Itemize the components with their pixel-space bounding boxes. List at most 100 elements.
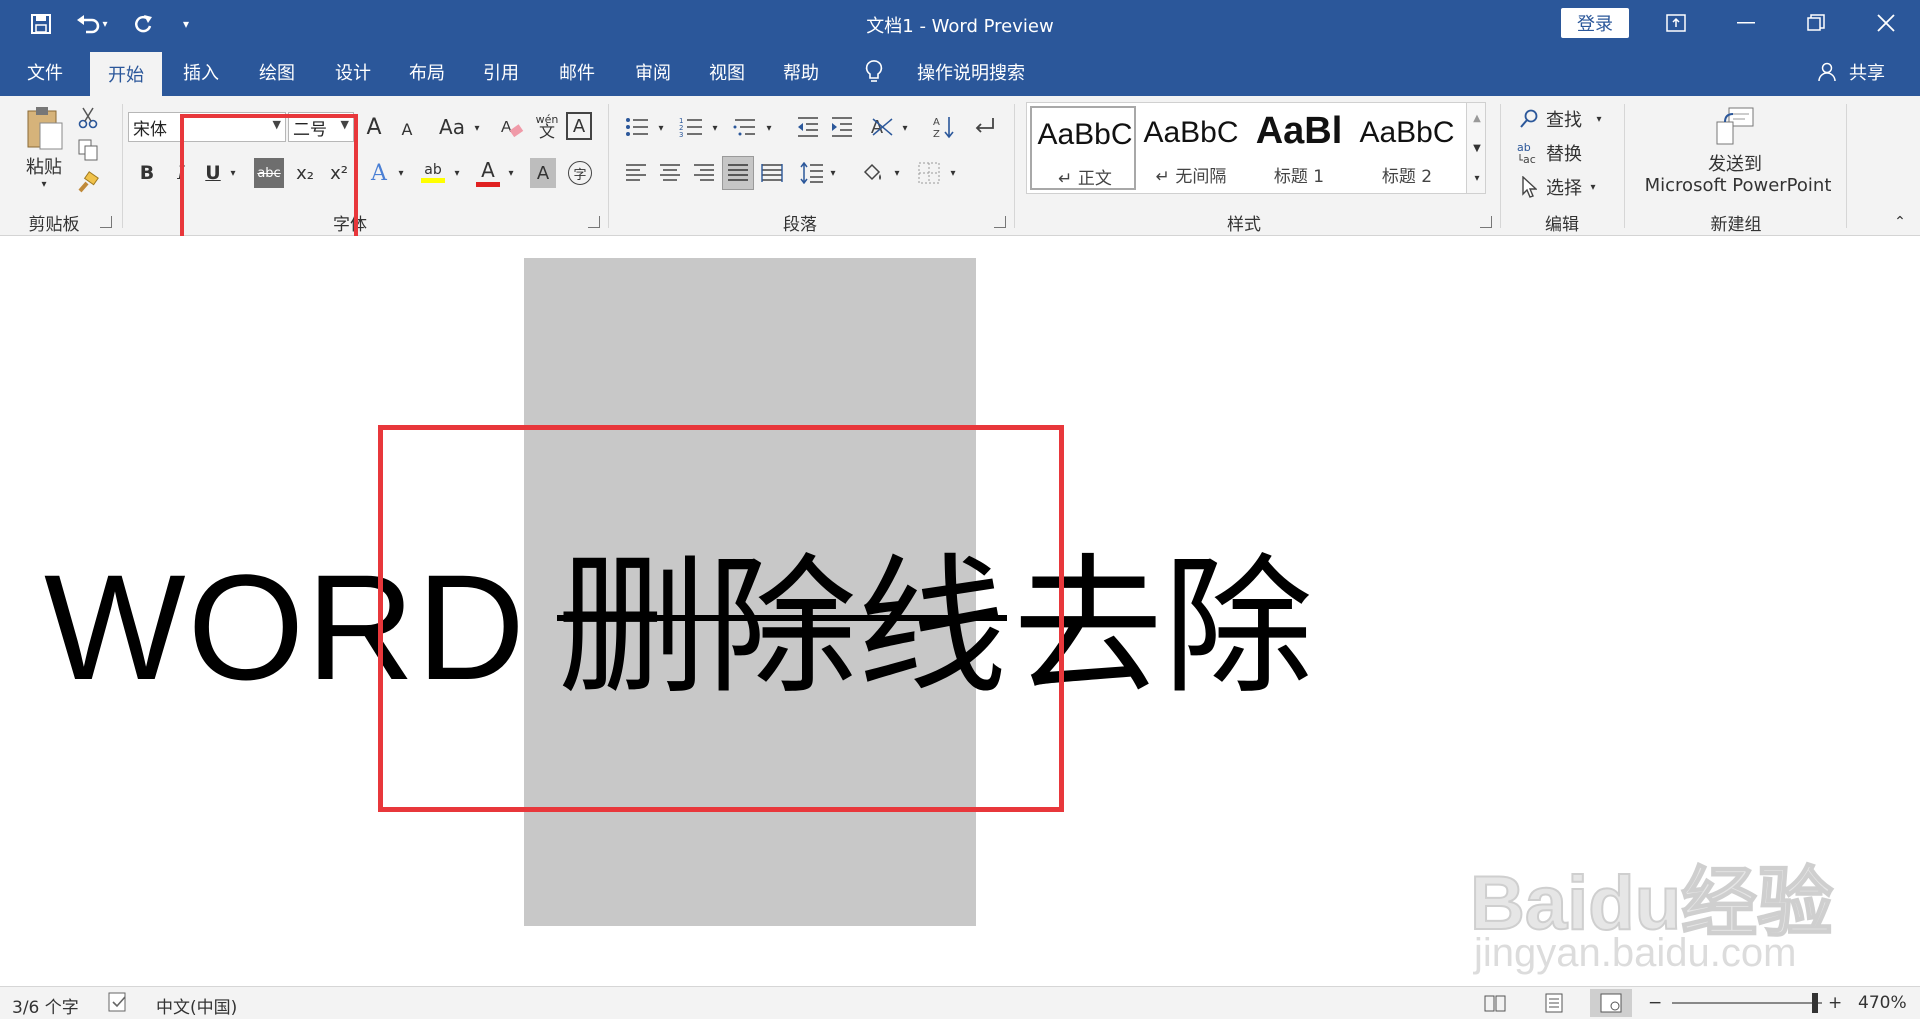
tab-review[interactable]: 审阅 xyxy=(618,48,688,96)
chevron-up-icon[interactable]: ▲ xyxy=(1469,103,1485,133)
zoom-slider[interactable] xyxy=(1672,1002,1822,1004)
chevron-down-icon[interactable]: ▾ xyxy=(898,118,912,138)
tab-draw[interactable]: 绘图 xyxy=(242,48,312,96)
zoom-level[interactable]: 470% xyxy=(1858,993,1907,1013)
phonetic-guide-button[interactable]: wén 文 xyxy=(532,108,562,144)
chevron-down-icon[interactable]: ▾ xyxy=(470,118,484,138)
chevron-down-icon[interactable]: ▾ xyxy=(708,118,722,138)
language-indicator[interactable]: 中文(中国) xyxy=(156,993,237,1018)
zoom-in-icon[interactable]: + xyxy=(1828,993,1842,1013)
sort-icon[interactable]: AZ xyxy=(930,112,958,142)
zoom-slider-thumb[interactable] xyxy=(1812,993,1818,1013)
login-button[interactable]: 登录 xyxy=(1561,8,1629,38)
increase-indent-icon[interactable] xyxy=(828,112,856,142)
tab-references[interactable]: 引用 xyxy=(466,48,536,96)
shrink-font-button[interactable]: A xyxy=(396,116,418,142)
multilevel-list-icon[interactable] xyxy=(730,112,760,142)
restore-icon[interactable] xyxy=(1786,0,1846,46)
bold-button[interactable]: B xyxy=(134,158,160,188)
line-spacing-icon[interactable] xyxy=(798,158,826,188)
send-to-line1[interactable]: 发送到 xyxy=(1660,152,1810,175)
proofing-icon[interactable] xyxy=(108,992,130,1012)
chevron-down-icon[interactable]: ▾ xyxy=(1586,176,1600,198)
font-dialog-launcher-icon[interactable] xyxy=(588,216,600,228)
send-to-line2[interactable]: Microsoft PowerPoint xyxy=(1640,174,1836,196)
send-to-powerpoint-icon[interactable] xyxy=(1712,104,1758,148)
character-border-button[interactable]: A xyxy=(566,112,592,140)
find-icon[interactable] xyxy=(1518,106,1540,132)
chevron-down-icon[interactable]: ▼ xyxy=(1469,133,1485,163)
chevron-down-icon[interactable]: ▾ xyxy=(1592,108,1606,130)
style-normal[interactable]: AaBbC ↵ 正文 xyxy=(1030,106,1136,190)
text-effects-button[interactable]: A xyxy=(366,158,392,188)
print-layout-icon[interactable] xyxy=(1544,993,1566,1013)
style-heading-1[interactable]: AaBl 标题 1 xyxy=(1246,106,1352,190)
replace-button[interactable]: 替换 xyxy=(1542,140,1586,166)
minimize-icon[interactable] xyxy=(1716,0,1776,46)
word-count[interactable]: 3/6 个字 xyxy=(12,993,79,1018)
styles-dialog-launcher-icon[interactable] xyxy=(1480,216,1492,228)
distributed-icon[interactable] xyxy=(758,158,786,188)
paste-dropdown-icon[interactable]: ▾ xyxy=(36,178,52,190)
paragraph-dialog-launcher-icon[interactable] xyxy=(994,216,1006,228)
paste-icon[interactable] xyxy=(20,104,68,152)
tab-help[interactable]: 帮助 xyxy=(766,48,836,96)
tab-design[interactable]: 设计 xyxy=(318,48,388,96)
tab-mailings[interactable]: 邮件 xyxy=(542,48,612,96)
borders-icon[interactable] xyxy=(914,158,944,188)
align-left-icon[interactable] xyxy=(622,158,650,188)
replace-icon[interactable]: ab ac xyxy=(1516,140,1542,166)
chevron-down-icon[interactable]: ▾ xyxy=(826,162,840,184)
clear-formatting-icon[interactable]: A xyxy=(498,112,526,142)
align-center-icon[interactable] xyxy=(656,158,684,188)
change-case-button[interactable]: Aa xyxy=(434,112,470,142)
cut-icon[interactable] xyxy=(76,106,100,130)
clipboard-dialog-launcher-icon[interactable] xyxy=(100,216,112,228)
ribbon-display-options-icon[interactable] xyxy=(1646,0,1706,46)
select-button[interactable]: 选择 xyxy=(1542,174,1586,200)
style-no-spacing[interactable]: AaBbC ↵ 无间隔 xyxy=(1138,106,1244,190)
more-styles-icon[interactable]: ▾ xyxy=(1469,163,1485,193)
read-mode-icon[interactable] xyxy=(1484,993,1506,1013)
tab-view[interactable]: 视图 xyxy=(692,48,762,96)
chevron-down-icon[interactable]: ▾ xyxy=(504,162,518,184)
shading-icon[interactable] xyxy=(858,158,888,188)
decrease-indent-icon[interactable] xyxy=(794,112,822,142)
numbering-icon[interactable]: 123 xyxy=(676,112,706,142)
tab-home[interactable]: 开始 xyxy=(90,52,162,96)
enclose-characters-button[interactable]: 字 xyxy=(566,158,594,188)
paste-button[interactable]: 粘贴 xyxy=(18,154,70,178)
chevron-down-icon[interactable]: ▾ xyxy=(890,162,904,184)
format-painter-icon[interactable] xyxy=(76,170,100,194)
align-right-icon[interactable] xyxy=(690,158,718,188)
style-heading-2[interactable]: AaBbC 标题 2 xyxy=(1354,106,1460,190)
highlight-button[interactable]: ab xyxy=(418,156,448,188)
character-shading-button[interactable]: A xyxy=(530,158,556,188)
share-button[interactable]: 共享 xyxy=(1842,48,1892,96)
share-person-icon[interactable] xyxy=(1812,48,1842,96)
find-button[interactable]: 查找 xyxy=(1542,106,1586,132)
grow-font-button[interactable]: A xyxy=(362,112,386,142)
tell-me-search[interactable]: 操作说明搜索 xyxy=(896,48,1046,96)
collapse-ribbon-icon[interactable]: ⌃ xyxy=(1890,214,1910,230)
show-marks-icon[interactable] xyxy=(970,112,998,142)
chevron-down-icon[interactable]: ▾ xyxy=(946,162,960,184)
web-layout-icon[interactable] xyxy=(1590,989,1632,1017)
tab-layout[interactable]: 布局 xyxy=(392,48,462,96)
chevron-down-icon[interactable]: ▾ xyxy=(450,162,464,184)
zoom-out-icon[interactable]: − xyxy=(1648,993,1662,1013)
copy-icon[interactable] xyxy=(76,138,100,162)
chinese-layout-icon[interactable]: A xyxy=(868,112,898,142)
chevron-down-icon[interactable]: ▾ xyxy=(762,118,776,138)
close-icon[interactable] xyxy=(1856,0,1916,46)
select-cursor-icon[interactable] xyxy=(1518,174,1540,200)
tab-file[interactable]: 文件 xyxy=(10,48,80,96)
chevron-down-icon[interactable]: ▾ xyxy=(394,162,408,184)
tab-insert[interactable]: 插入 xyxy=(166,48,236,96)
lightbulb-icon[interactable] xyxy=(856,48,892,96)
document-canvas[interactable]: WORD 删除线 去除 Baidu经验 jingyan.baidu.com xyxy=(0,236,1920,986)
bullets-icon[interactable] xyxy=(622,112,652,142)
justify-icon[interactable] xyxy=(722,156,754,190)
chevron-down-icon[interactable]: ▾ xyxy=(654,118,668,138)
font-color-button[interactable]: A xyxy=(474,156,502,188)
